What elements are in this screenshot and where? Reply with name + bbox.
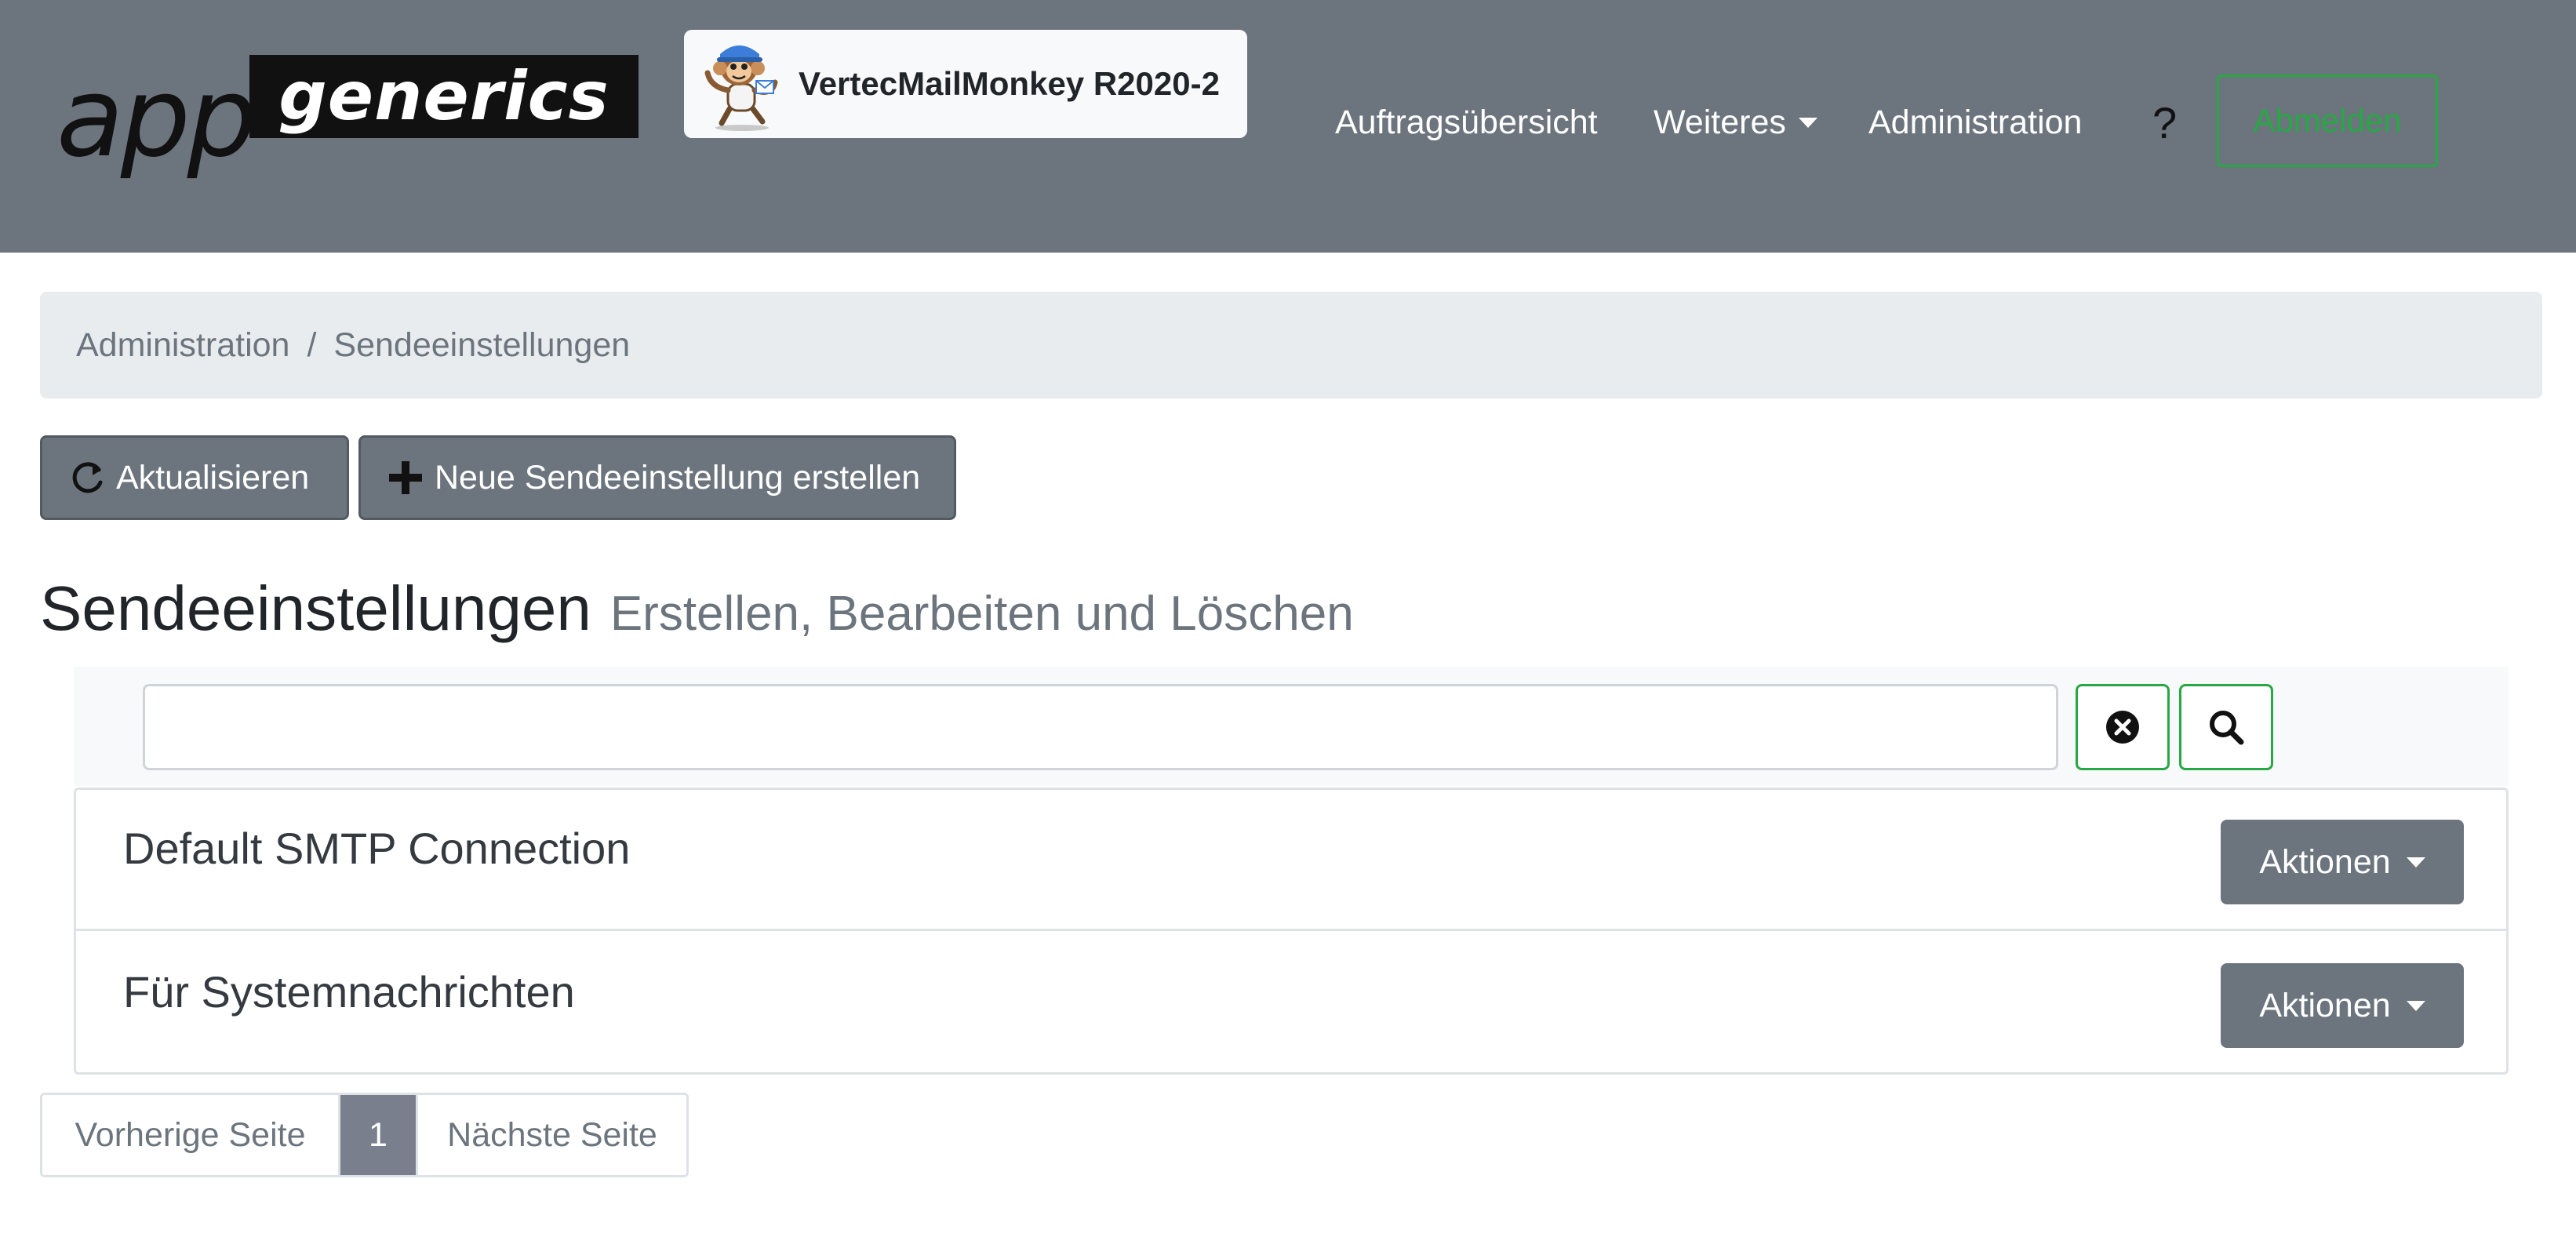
breadcrumb-administration[interactable]: Administration xyxy=(76,326,289,365)
caret-down-icon xyxy=(2406,1000,2425,1011)
list-item-name: Default SMTP Connection xyxy=(123,824,631,873)
page-heading: Sendeeinstellungen Erstellen, Bearbeiten… xyxy=(40,573,1354,645)
clear-circle-icon xyxy=(2106,711,2139,744)
list-item: Für Systemnachrichten Aktionen xyxy=(76,933,2506,1075)
new-sendeinstellung-button[interactable]: Neue Sendeeinstellung erstellen xyxy=(358,435,956,520)
aktionen-dropdown-button[interactable]: Aktionen xyxy=(2221,820,2464,904)
logo-generics-text: generics xyxy=(249,55,639,138)
pagination-page-1[interactable]: 1 xyxy=(340,1095,416,1175)
page-title: Sendeeinstellungen xyxy=(40,573,591,643)
search-button[interactable] xyxy=(2179,684,2273,770)
caret-down-icon xyxy=(2406,857,2425,868)
app-badge[interactable]: VertecMailMonkey R2020-2 xyxy=(684,30,1247,138)
appgenerics-logo[interactable]: app generics xyxy=(56,52,639,182)
pagination-next[interactable]: Nächste Seite xyxy=(416,1095,686,1175)
caret-down-icon xyxy=(1798,117,1817,128)
aktionen-dropdown-button[interactable]: Aktionen xyxy=(2221,963,2464,1048)
logo-app-text: app xyxy=(56,54,257,182)
nav-weiteres-dropdown[interactable]: Weiteres xyxy=(1654,75,1817,170)
refresh-icon xyxy=(72,462,103,493)
breadcrumb-separator: / xyxy=(307,326,317,364)
aktionen-label: Aktionen xyxy=(2259,842,2391,881)
nav-weiteres-label: Weiteres xyxy=(1654,103,1786,141)
pagination-previous[interactable]: Vorherige Seite xyxy=(42,1095,340,1175)
nav-auftragsuebersicht[interactable]: Auftragsübersicht xyxy=(1335,75,1598,170)
page-subtitle: Erstellen, Bearbeiten und Löschen xyxy=(609,587,1354,641)
aktionen-label: Aktionen xyxy=(2259,986,2391,1024)
clear-search-button[interactable] xyxy=(2076,684,2170,770)
list-item: Default SMTP Connection Aktionen xyxy=(76,790,2506,931)
breadcrumb-current: Sendeeinstellungen xyxy=(333,326,631,364)
monkey-mascot-icon xyxy=(704,45,778,131)
list-item-name: Für Systemnachrichten xyxy=(123,967,575,1017)
help-link[interactable]: ? xyxy=(2152,75,2177,170)
refresh-label: Aktualisieren xyxy=(116,458,310,497)
search-bar xyxy=(74,667,2509,786)
app-title: VertecMailMonkey R2020-2 xyxy=(799,65,1220,102)
logout-button[interactable]: Abmelden xyxy=(2217,75,2438,167)
nav-administration[interactable]: Administration xyxy=(1868,75,2082,170)
search-input[interactable] xyxy=(143,684,2058,770)
sendeinstellungen-list: Default SMTP Connection Aktionen Für Sys… xyxy=(74,788,2509,1075)
plus-icon xyxy=(389,461,422,494)
refresh-button[interactable]: Aktualisieren xyxy=(40,435,349,520)
new-sendeinstellung-label: Neue Sendeeinstellung erstellen xyxy=(435,458,921,497)
navbar: app generics VertecMailMonkey R2020-2 Au… xyxy=(0,0,2576,253)
pagination: Vorherige Seite 1 Nächste Seite xyxy=(40,1093,689,1177)
breadcrumb: Administration / Sendeeinstellungen xyxy=(40,292,2542,398)
search-icon xyxy=(2210,711,2244,745)
